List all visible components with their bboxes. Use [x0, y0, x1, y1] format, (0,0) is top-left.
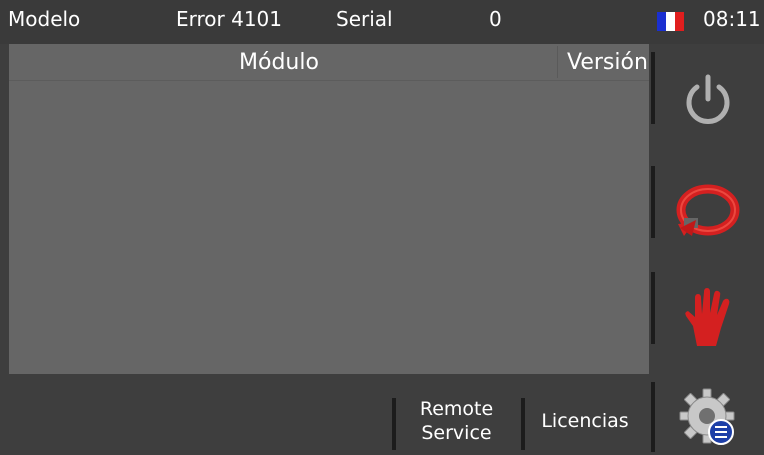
button-separator	[651, 272, 655, 344]
clock: 08:11	[703, 7, 761, 31]
button-separator	[651, 382, 655, 452]
restart-button[interactable]	[651, 160, 764, 260]
licenses-button[interactable]: Licencias	[521, 392, 649, 450]
table-header: Módulo Versión	[9, 44, 649, 81]
remote-service-button[interactable]: Remote Service	[392, 392, 521, 450]
licenses-label: Licencias	[541, 410, 629, 432]
module-table: Módulo Versión	[9, 44, 649, 374]
column-divider	[557, 46, 558, 78]
column-header-version: Versión	[567, 50, 648, 75]
stop-hand-icon	[684, 288, 729, 346]
power-icon	[686, 74, 729, 124]
power-button[interactable]	[651, 50, 764, 150]
button-separator	[521, 398, 525, 450]
settings-button[interactable]	[651, 378, 764, 455]
remote-service-label: Remote Service	[419, 398, 494, 444]
serial-label: Serial	[336, 7, 393, 31]
serial-value: 0	[489, 7, 502, 31]
language-flag-icon[interactable]	[657, 12, 684, 31]
model-label: Modelo	[8, 7, 81, 31]
gear-list-icon	[679, 388, 734, 445]
button-separator	[651, 52, 655, 124]
button-separator	[392, 398, 396, 450]
column-header-module: Módulo	[239, 50, 319, 75]
error-code: Error 4101	[176, 7, 283, 31]
button-separator	[651, 166, 655, 238]
stop-button[interactable]	[651, 268, 764, 368]
restart-arrow-icon	[676, 184, 739, 236]
status-bar: Modelo Error 4101 Serial 0 08:11	[0, 0, 764, 44]
